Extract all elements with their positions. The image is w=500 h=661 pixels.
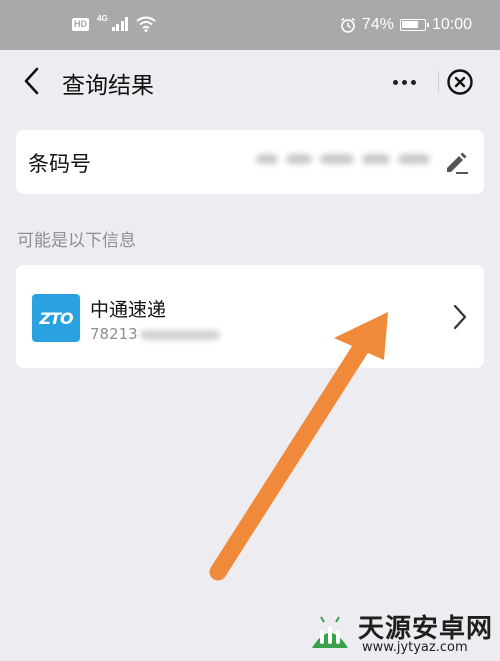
signal-bars-icon bbox=[111, 17, 129, 31]
more-button[interactable] bbox=[382, 64, 426, 100]
battery-percent: 74% bbox=[361, 16, 394, 33]
barcode-value-redacted bbox=[256, 150, 431, 170]
status-bar-left: HD 4G bbox=[72, 13, 156, 32]
tracking-number-redacted bbox=[140, 330, 220, 340]
battery-icon bbox=[399, 19, 429, 31]
chevron-left-icon bbox=[24, 67, 39, 95]
barcode-card: 条码号 bbox=[16, 130, 484, 194]
barcode-label: 条码号 bbox=[28, 152, 91, 176]
close-circle-icon bbox=[447, 69, 473, 95]
android-logo-icon bbox=[312, 616, 348, 648]
courier-company-name: 中通速递 bbox=[90, 299, 167, 321]
open-result-button[interactable] bbox=[452, 303, 468, 331]
zto-logo: ZTO bbox=[32, 294, 80, 342]
section-hint: 可能是以下信息 bbox=[17, 231, 136, 251]
courier-result-card[interactable]: ZTO 中通速递 78213 bbox=[16, 265, 484, 368]
status-bar-right: 74% 10:00 bbox=[340, 16, 472, 34]
alarm-clock-icon bbox=[340, 17, 355, 33]
page-title: 查询结果 bbox=[62, 73, 154, 99]
mini-program-capsule bbox=[382, 64, 478, 100]
more-dots-icon bbox=[392, 79, 398, 85]
watermark-url: www.jytyaz.com bbox=[362, 640, 468, 655]
clock-time: 10:00 bbox=[431, 16, 472, 33]
close-button[interactable] bbox=[446, 68, 474, 96]
edit-barcode-button[interactable] bbox=[442, 148, 470, 176]
status-bar: HD 4G 74% 10:00 bbox=[0, 0, 500, 50]
tracking-number: 78213 bbox=[90, 325, 138, 343]
nav-bar: 查询结果 bbox=[0, 50, 500, 114]
capsule-divider bbox=[438, 71, 439, 93]
watermark: 天源安卓网 www.jytyaz.com bbox=[306, 606, 496, 658]
back-button[interactable] bbox=[18, 64, 48, 98]
network-type-label: 4G bbox=[97, 13, 108, 23]
hd-badge: HD bbox=[72, 17, 89, 31]
chevron-right-icon bbox=[453, 304, 467, 330]
pencil-edit-icon bbox=[447, 152, 468, 174]
wifi-icon bbox=[136, 16, 156, 32]
